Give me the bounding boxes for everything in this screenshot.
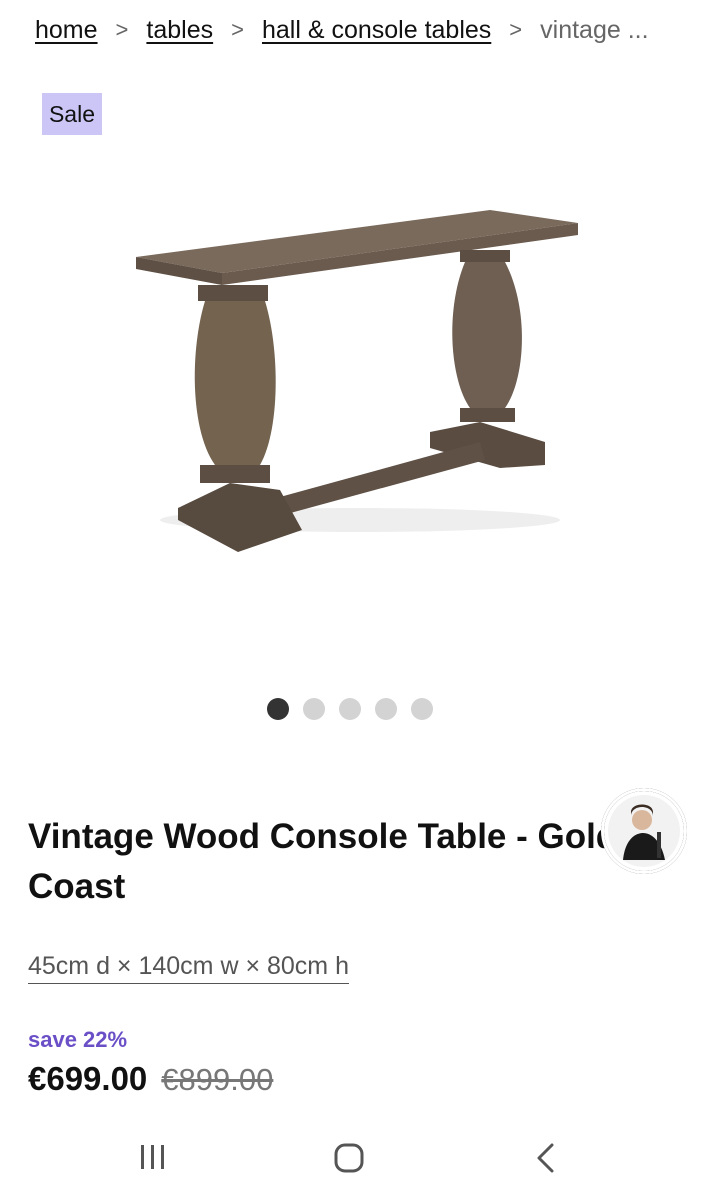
product-dimensions-link[interactable]: 45cm d × 140cm w × 80cm h [28,952,349,984]
carousel-dot-active[interactable] [267,698,289,720]
carousel-dot[interactable] [303,698,325,720]
price-row: €699.00 €899.00 [28,1060,273,1098]
avatar-person-icon [604,791,684,871]
carousel-dot[interactable] [375,698,397,720]
assistant-avatar[interactable] [601,788,687,874]
original-price: €899.00 [161,1062,274,1097]
carousel-dots [267,698,433,720]
savings-label: save 22% [28,1027,128,1052]
breadcrumb-hall-console-link[interactable]: hall & console tables [262,16,491,45]
breadcrumb-tables-link[interactable]: tables [146,16,213,45]
home-icon[interactable] [333,1142,365,1174]
back-icon[interactable] [533,1142,559,1174]
carousel-dot[interactable] [411,698,433,720]
breadcrumb-separator: > [115,17,129,42]
breadcrumb: home > tables > hall & console tables > … [35,10,673,50]
product-image[interactable] [120,180,600,590]
sale-badge: Sale [42,93,102,135]
carousel-dot[interactable] [339,698,361,720]
breadcrumb-separator: > [509,17,523,42]
console-table-illustration [136,210,578,552]
current-price: €699.00 [28,1060,148,1097]
system-navigation-bar [0,1118,703,1200]
breadcrumb-current: vintage ... [540,15,649,44]
breadcrumb-home-link[interactable]: home [35,16,98,45]
recent-apps-icon[interactable] [138,1142,168,1172]
product-title: Vintage Wood Console Table - Gold Coast [28,817,618,906]
breadcrumb-separator: > [231,17,244,42]
